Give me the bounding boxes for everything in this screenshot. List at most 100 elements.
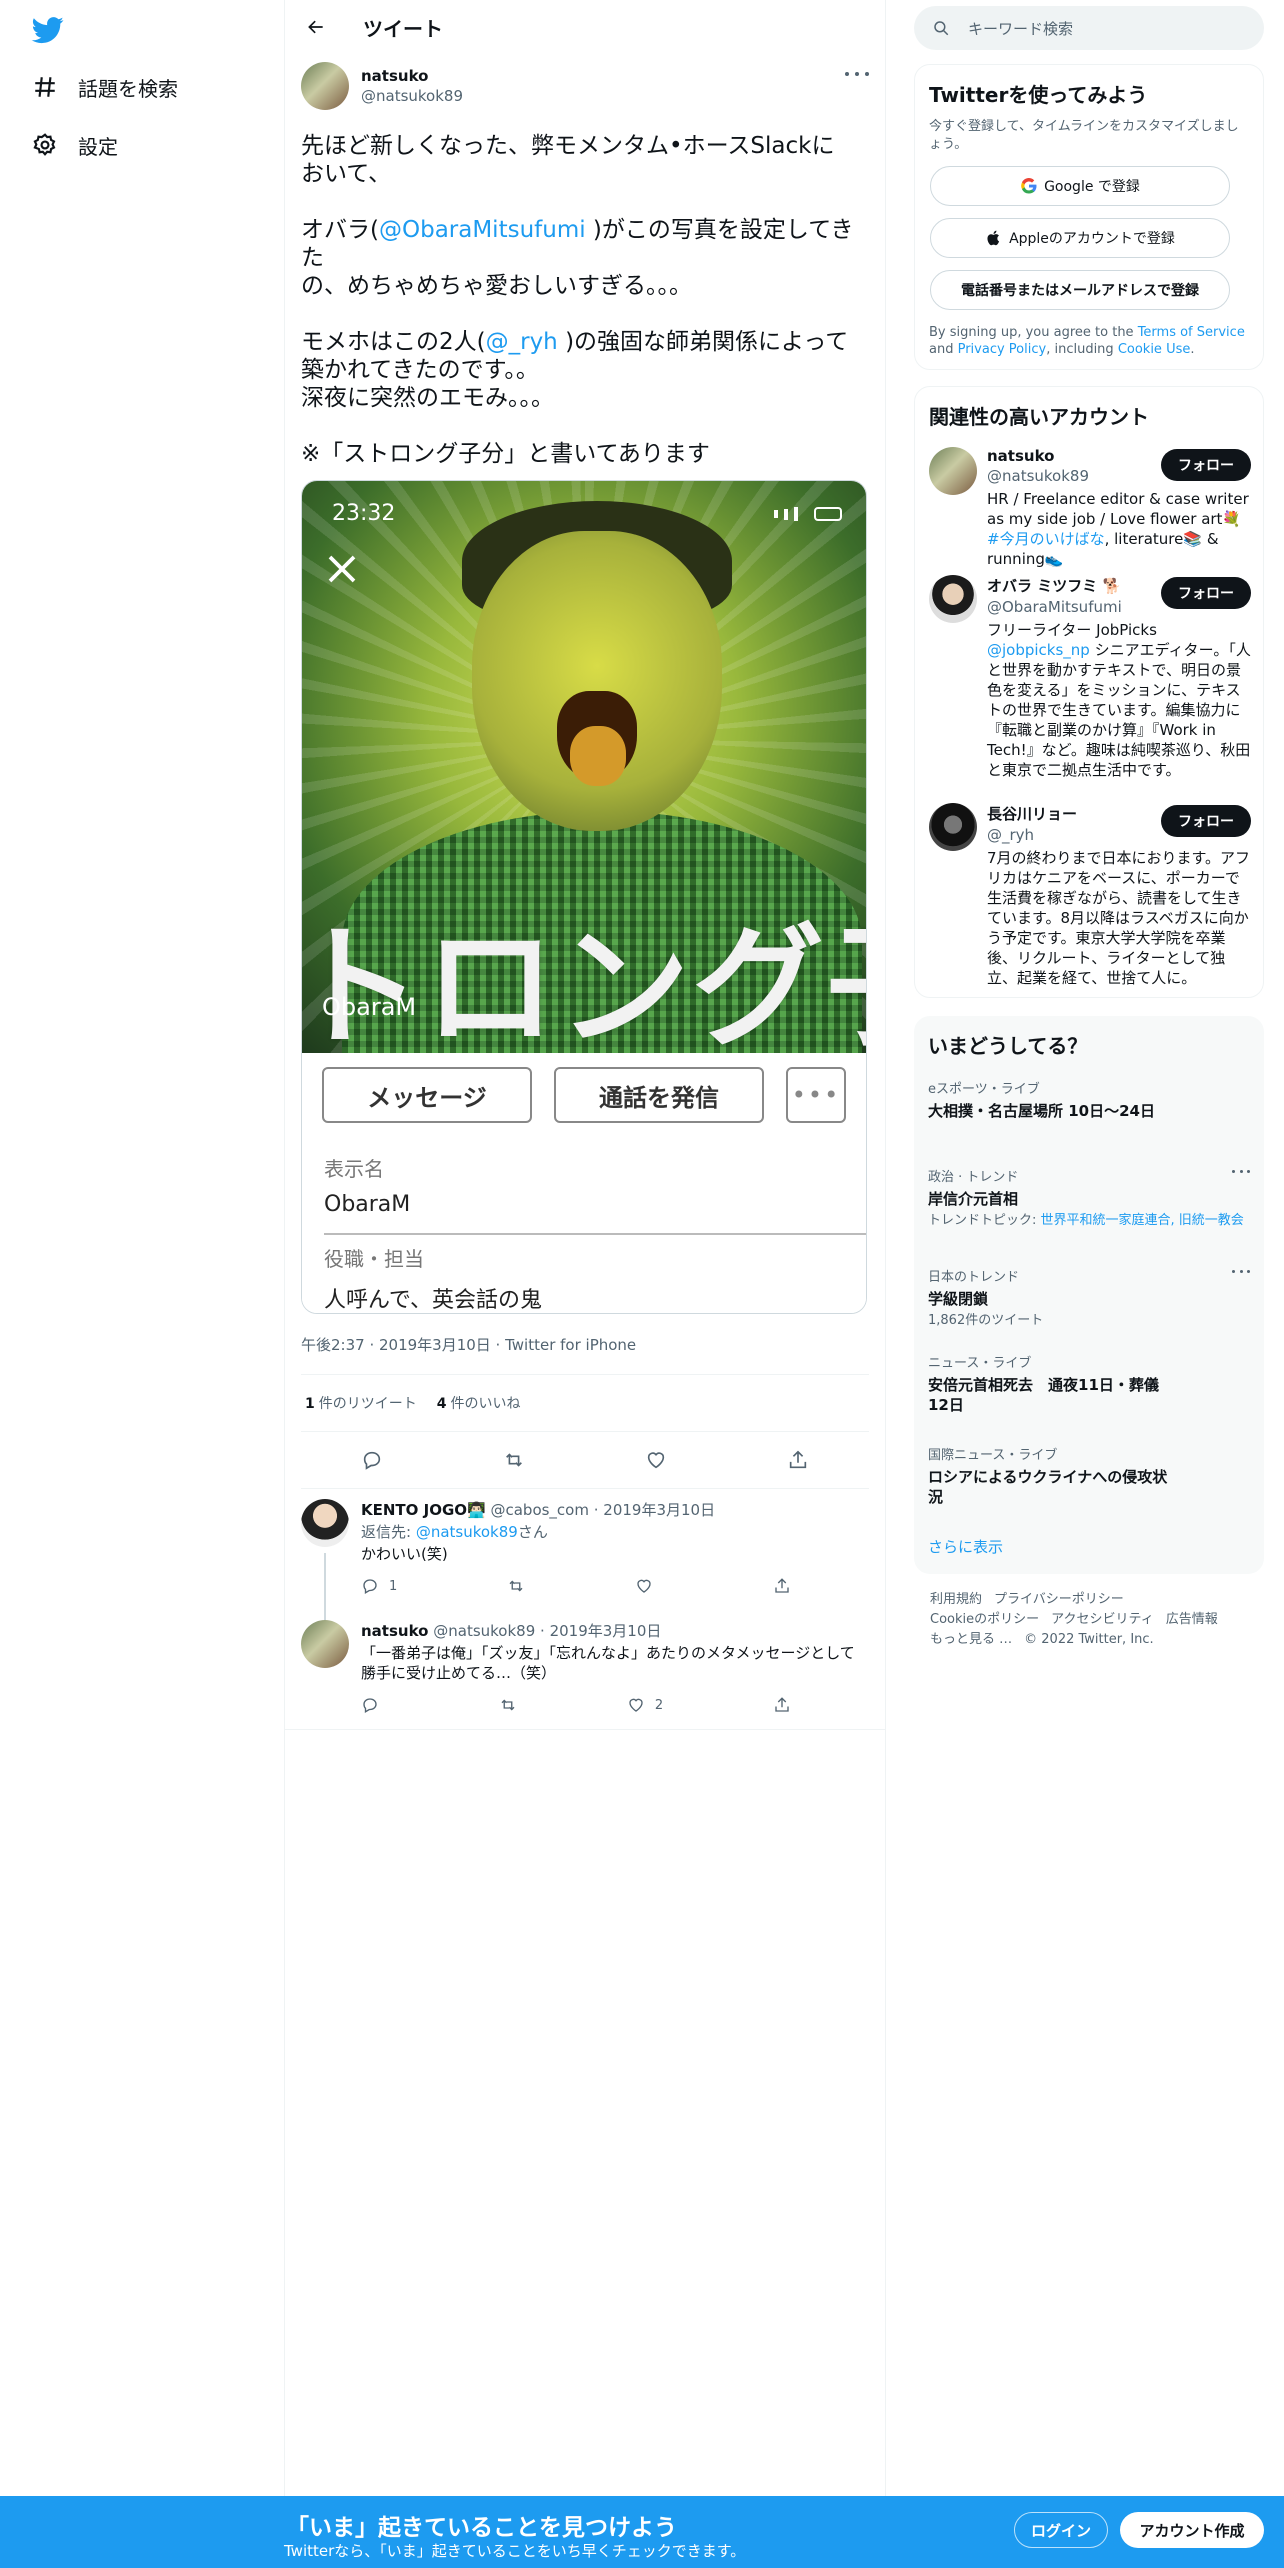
trend-category: ニュース・ライブ xyxy=(928,1356,1032,1371)
nav-item-label: 設定 xyxy=(78,134,118,159)
hashtag-icon xyxy=(35,77,55,97)
show-more-link[interactable]: さらに表示 xyxy=(928,1536,1003,1557)
reply-action[interactable]: 1 xyxy=(361,1577,397,1595)
google-signup-button[interactable]: Google で登録 xyxy=(930,166,1230,206)
retweet-action[interactable] xyxy=(499,1696,517,1714)
nav-item-settings[interactable]: 設定 xyxy=(32,125,118,165)
mention-link[interactable]: @natsukok89 xyxy=(416,1523,518,1541)
header: ツイート xyxy=(285,0,885,54)
retweet-count: 1 xyxy=(305,1396,315,1412)
trend-topic-link[interactable]: 世界平和統一家庭連合, 旧統一教会 xyxy=(1041,1213,1244,1228)
reply-date[interactable]: 2019年3月10日 xyxy=(550,1622,662,1640)
field-label: 役職・担当 xyxy=(324,1247,424,1271)
share-action[interactable] xyxy=(773,1577,791,1595)
avatar[interactable] xyxy=(929,803,977,851)
reply-author-name[interactable]: KENTO JOGO👨🏻‍💻 xyxy=(361,1501,486,1519)
footer-link[interactable]: もっと見る … xyxy=(930,1632,1012,1647)
reply-header: natsuko @natsukok89 · 2019年3月10日 xyxy=(361,1622,662,1640)
terms-text: . xyxy=(1190,342,1195,357)
twitter-logo-icon[interactable] xyxy=(30,14,66,46)
tweet-timestamp[interactable]: 午後2:37 · 2019年3月10日 · Twitter for iPhone xyxy=(301,1334,869,1354)
reply-author-name[interactable]: natsuko xyxy=(361,1622,428,1640)
apple-signup-button[interactable]: Appleのアカウントで登録 xyxy=(930,218,1230,258)
phone-signup-button[interactable]: 電話番号またはメールアドレスで登録 xyxy=(930,270,1230,310)
footer-link[interactable]: プライバシーポリシー xyxy=(994,1592,1124,1607)
avatar[interactable] xyxy=(301,1620,349,1668)
mention-link[interactable]: @_ryh xyxy=(486,329,558,355)
cookie-link[interactable]: Cookie Use xyxy=(1118,342,1191,357)
trend-item[interactable]: 日本のトレンド 学級閉鎖 1,862件のツイート xyxy=(928,1266,1250,1329)
trend-item[interactable]: eスポーツ・ライブ 大相撲・名古屋場所 10日〜24日 xyxy=(928,1078,1250,1121)
retweet-stat[interactable]: 1 件のリツイート xyxy=(301,1393,417,1413)
back-button[interactable] xyxy=(301,12,331,42)
tweet-author: natsuko @natsukok89 xyxy=(301,54,869,118)
call-button: 通話を発信 xyxy=(554,1067,764,1123)
follow-button[interactable]: フォロー xyxy=(1161,577,1251,609)
share-icon xyxy=(775,1697,789,1712)
heart-icon[interactable] xyxy=(645,1449,667,1471)
reply-tweet[interactable]: natsuko @natsukok89 · 2019年3月10日 「一番弟子は俺… xyxy=(285,1598,885,1730)
retweet-action[interactable] xyxy=(507,1577,525,1595)
tweet-text-segment: モメホはこの2人( xyxy=(301,329,486,355)
follow-button[interactable]: フォロー xyxy=(1161,805,1251,837)
share-action[interactable] xyxy=(773,1696,791,1714)
tweet-photo[interactable]: 23:32 トロング子 ObaraM メッセージ 通話を発信 ••• 表示名 O… xyxy=(301,480,867,1314)
more-options-icon[interactable] xyxy=(1232,1166,1250,1176)
tweet-blank-line xyxy=(301,412,869,440)
copyright: © 2022 Twitter, Inc. xyxy=(1024,1632,1154,1647)
like-action[interactable] xyxy=(635,1577,663,1595)
login-button[interactable]: ログイン xyxy=(1014,2512,1108,2548)
more-options-icon[interactable] xyxy=(845,66,869,82)
tweet-blank-line xyxy=(301,188,869,216)
footer-link[interactable]: 利用規約 xyxy=(930,1592,982,1607)
retweet-label: 件のリツイート xyxy=(318,1396,417,1412)
bottom-bar-title: 「いま」起きていることを見つけよう xyxy=(286,2515,677,2541)
tweet-line: おいて、 xyxy=(301,161,392,187)
share-icon[interactable] xyxy=(787,1449,809,1471)
more-options-icon[interactable] xyxy=(1232,1266,1250,1276)
search-input[interactable]: キーワード検索 xyxy=(914,6,1264,50)
avatar[interactable] xyxy=(929,575,977,623)
trend-item[interactable]: 国際ニュース・ライブ ロシアによるウクライナへの侵攻状況 xyxy=(928,1444,1250,1507)
signup-button[interactable]: アカウント作成 xyxy=(1120,2512,1264,2548)
contact-card: メッセージ 通話を発信 ••• 表示名 ObaraM 役職・担当 人呼んで、英会… xyxy=(302,1053,866,1313)
phone-status-icons xyxy=(774,507,842,521)
mention-link[interactable]: @ObaraMitsufumi xyxy=(379,217,586,243)
privacy-link[interactable]: Privacy Policy xyxy=(958,342,1047,357)
mention-link[interactable]: @jobpicks_np xyxy=(987,641,1090,659)
like-action[interactable]: 2 xyxy=(627,1696,663,1714)
avatar[interactable] xyxy=(929,447,977,495)
reply-tweet[interactable]: KENTO JOGO👨🏻‍💻 @cabos_com · 2019年3月10日 返… xyxy=(285,1489,885,1639)
footer-link[interactable]: 広告情報 xyxy=(1166,1612,1218,1627)
bio-text: HR / Freelance editor & case writer as m… xyxy=(987,490,1249,528)
reply-text: かわいい(笑) xyxy=(361,1545,448,1563)
retweet-icon[interactable] xyxy=(503,1449,525,1471)
tweet-blank-line xyxy=(301,300,869,328)
reply-icon[interactable] xyxy=(361,1449,383,1471)
like-stat[interactable]: 4 件のいいね xyxy=(433,1393,521,1413)
avatar[interactable] xyxy=(301,62,349,110)
like-count: 2 xyxy=(654,1697,664,1713)
gear-icon xyxy=(33,133,56,156)
bottom-bar-subtitle: Twitterなら、「いま」起きていることをいち早くチェックできます。 xyxy=(284,2542,746,2560)
author-handle[interactable]: @natsukok89 xyxy=(361,87,463,105)
account-bio: 7月の終わりまで日本におります。アフリカはケニアをベースに、ポーカーで生活費を稼… xyxy=(987,849,1251,987)
reply-action[interactable] xyxy=(361,1696,389,1714)
footer-link[interactable]: Cookieのポリシー xyxy=(930,1612,1039,1627)
terms-link[interactable]: Terms of Service xyxy=(1138,325,1245,340)
follow-button[interactable]: フォロー xyxy=(1161,449,1251,481)
hashtag-link[interactable]: #今月のいけばな xyxy=(987,530,1105,548)
author-name[interactable]: natsuko xyxy=(361,67,463,85)
trend-item[interactable]: 政治 · トレンド 岸信介元首相 トレンドトピック: 世界平和統一家庭連合, 旧… xyxy=(928,1166,1250,1229)
footer-link[interactable]: アクセシビリティ xyxy=(1051,1612,1154,1627)
trend-item[interactable]: ニュース・ライブ 安倍元首相死去 通夜11日・葬儀12日 xyxy=(928,1352,1250,1415)
reply-author-handle[interactable]: @natsukok89 xyxy=(433,1622,535,1640)
trend-name: 学級閉鎖 xyxy=(928,1290,989,1308)
nav-item-explore[interactable]: 話題を検索 xyxy=(32,67,178,107)
close-icon xyxy=(328,555,356,583)
tweet-line: モメホはこの2人(@_ryh )の強固な師弟関係によって xyxy=(301,328,869,356)
trend-subtext: トレンドトピック: 世界平和統一家庭連合, 旧統一教会 xyxy=(928,1213,1250,1229)
avatar[interactable] xyxy=(301,1499,349,1547)
reply-date[interactable]: 2019年3月10日 xyxy=(603,1501,715,1519)
reply-author-handle[interactable]: @cabos_com xyxy=(490,1501,589,1519)
